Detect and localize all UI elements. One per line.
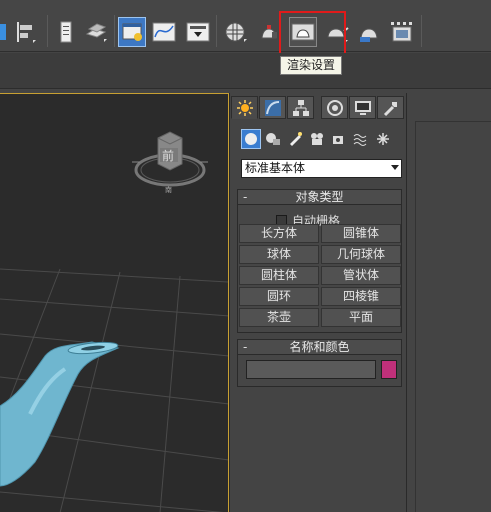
scene-layers-icon[interactable] bbox=[82, 17, 110, 47]
utilities-tab[interactable] bbox=[377, 96, 404, 119]
command-panel: 标准基本体 - 对象类型 自动栅格 长方体 圆锥体 球体 几何球体 圆柱体 管状… bbox=[229, 93, 406, 512]
render-frame-window-icon[interactable] bbox=[388, 17, 416, 47]
right-panel bbox=[406, 93, 491, 512]
display-tab[interactable] bbox=[349, 96, 376, 119]
object-type-rollout: - 对象类型 自动栅格 长方体 圆锥体 球体 几何球体 圆柱体 管状体 圆环 四… bbox=[237, 189, 402, 333]
collapse-minus-icon: - bbox=[243, 340, 248, 354]
systems-icon[interactable] bbox=[373, 129, 393, 149]
motion-tab[interactable] bbox=[321, 96, 348, 119]
viewcube-compass-label: 南 bbox=[165, 185, 172, 194]
viewcube-face-label: 前 bbox=[162, 148, 174, 163]
box-button[interactable]: 长方体 bbox=[239, 224, 319, 243]
object-name-field[interactable] bbox=[246, 360, 376, 379]
modify-tab[interactable] bbox=[259, 96, 286, 119]
cylinder-button[interactable]: 圆柱体 bbox=[239, 266, 319, 285]
create-tab[interactable] bbox=[231, 96, 258, 119]
name-color-title: 名称和颜色 bbox=[289, 340, 350, 354]
schematic-view-icon[interactable] bbox=[184, 17, 212, 47]
right-panel-inner bbox=[415, 121, 491, 512]
perspective-viewport[interactable]: 前 南 bbox=[0, 93, 229, 512]
torus-button[interactable]: 圆环 bbox=[239, 287, 319, 306]
viewport-canvas: 前 南 bbox=[0, 131, 228, 512]
object-type-title: 对象类型 bbox=[295, 190, 344, 204]
teapot-render-icon[interactable] bbox=[355, 17, 383, 47]
space-warps-icon[interactable] bbox=[351, 129, 371, 149]
name-color-header[interactable]: - 名称和颜色 bbox=[238, 340, 401, 355]
tube-button[interactable]: 管状体 bbox=[321, 266, 401, 285]
main-toolbar bbox=[0, 0, 491, 56]
pyramid-button[interactable]: 四棱锥 bbox=[321, 287, 401, 306]
dropdown-arrow-icon bbox=[391, 165, 399, 170]
object-type-header[interactable]: - 对象类型 bbox=[238, 190, 401, 205]
hierarchy-tab[interactable] bbox=[287, 96, 314, 119]
toolbar-strip bbox=[0, 53, 491, 89]
category-dropdown-value: 标准基本体 bbox=[245, 161, 306, 175]
render-setup-tooltip: 渲染设置 bbox=[280, 56, 343, 75]
lights-icon[interactable] bbox=[285, 129, 305, 149]
geometry-icon[interactable] bbox=[241, 129, 261, 149]
geosphere-button[interactable]: 几何球体 bbox=[321, 245, 401, 264]
layer-manager-icon[interactable] bbox=[52, 17, 80, 47]
material-editor-icon[interactable] bbox=[222, 17, 250, 47]
tube-object bbox=[0, 341, 120, 487]
scene-explorer-icon[interactable] bbox=[118, 17, 146, 47]
shapes-icon[interactable] bbox=[263, 129, 283, 149]
collapse-minus-icon: - bbox=[243, 190, 248, 204]
category-dropdown[interactable]: 标准基本体 bbox=[241, 159, 402, 178]
curve-editor-icon[interactable] bbox=[150, 17, 178, 47]
sphere-button[interactable]: 球体 bbox=[239, 245, 319, 264]
helpers-icon[interactable] bbox=[329, 129, 349, 149]
highlight-box bbox=[279, 11, 346, 56]
cameras-icon[interactable] bbox=[307, 129, 327, 149]
name-color-rollout: - 名称和颜色 bbox=[237, 339, 402, 387]
plane-button[interactable]: 平面 bbox=[321, 308, 401, 327]
teapot-button[interactable]: 茶壶 bbox=[239, 308, 319, 327]
cone-button[interactable]: 圆锥体 bbox=[321, 224, 401, 243]
object-color-swatch[interactable] bbox=[381, 360, 397, 379]
align-icon[interactable] bbox=[12, 17, 40, 47]
